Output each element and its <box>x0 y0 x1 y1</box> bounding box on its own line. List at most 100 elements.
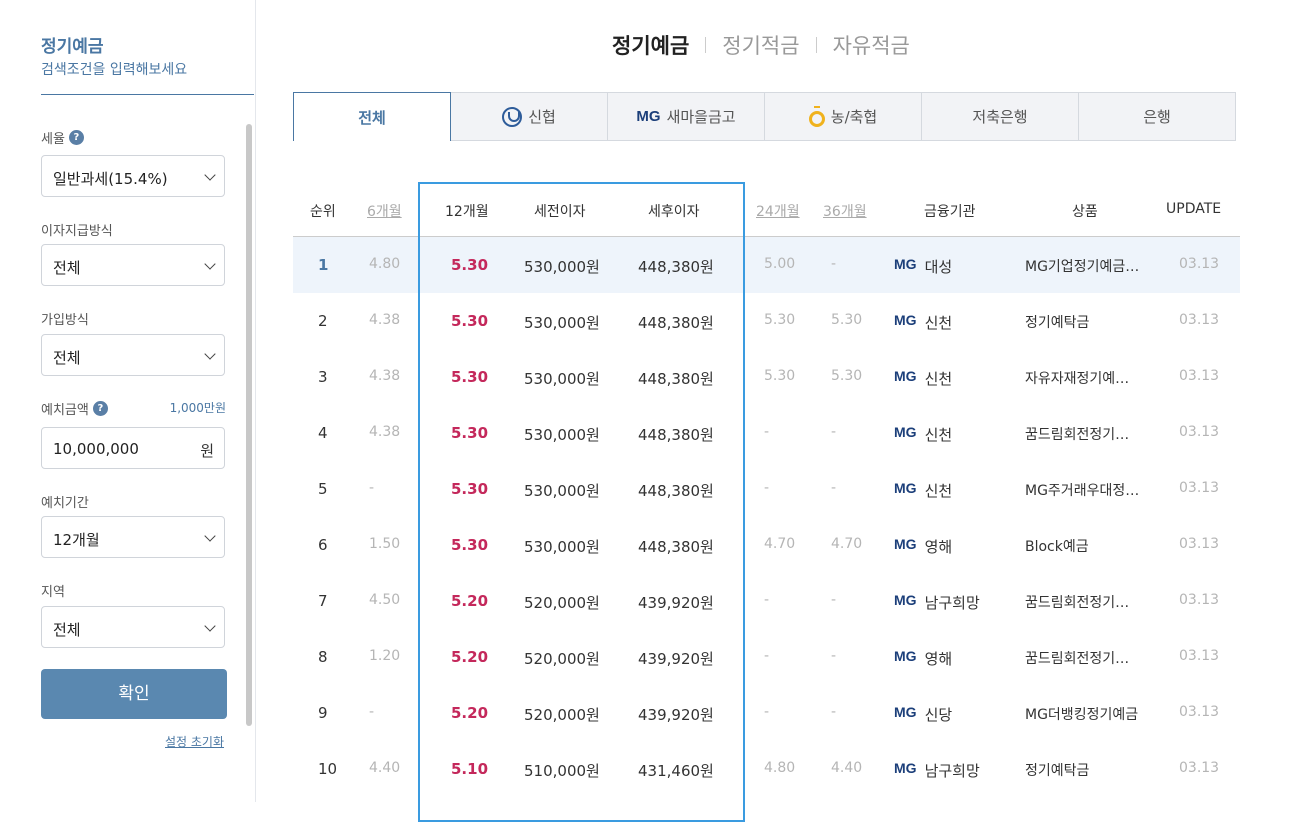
cell-36m: 4.40 <box>831 760 863 776</box>
cell-institution: MG 신당 <box>894 704 952 725</box>
mg-logo-icon: MG <box>636 108 661 125</box>
institution-name: 신천 <box>924 482 953 500</box>
cell-institution: MG 신천 <box>894 480 952 501</box>
table-row[interactable]: 10 4.40 5.10 510,000원 431,460원 4.80 4.40 정기예탁금 0… <box>293 741 1240 797</box>
cell-update: 03.13 <box>1179 648 1220 664</box>
table-row[interactable]: 5 - 5.30 530,000원 448,380원 - - MG주거래우대정… 03.13 MG… <box>293 461 1240 517</box>
mg-logo-icon: MG <box>894 424 917 440</box>
table-row[interactable]: 4 4.38 5.30 530,000원 448,380원 - - 꿈드림회전정기… 03.13… <box>293 405 1240 461</box>
period-select[interactable]: 12개월 <box>41 516 225 558</box>
reset-link[interactable]: 설정 초기화 <box>165 733 224 750</box>
cell-update: 03.13 <box>1179 760 1220 776</box>
cell-post-tax: 431,460원 <box>638 762 714 780</box>
confirm-button[interactable]: 확인 <box>41 669 227 719</box>
tab-savings-bank[interactable]: 저축은행 <box>922 92 1079 141</box>
interest-method-value: 전체 <box>53 259 81 277</box>
cell-institution: MG 남구희망 <box>894 592 980 613</box>
cell-post-tax: 439,920원 <box>638 594 714 612</box>
amount-label-text: 예치금액 <box>41 403 89 418</box>
col-pre-tax: 세전이자 <box>534 204 586 220</box>
cell-36m: - <box>831 648 837 664</box>
period-label: 예치기간 <box>41 496 89 511</box>
table-row[interactable]: 6 1.50 5.30 530,000원 448,380원 4.70 4.70 Block예금… <box>293 517 1240 573</box>
amount-input[interactable]: 10,000,000 원 <box>41 427 225 469</box>
cell-product[interactable]: 자유자재정기예… <box>1025 368 1129 388</box>
cell-24m: - <box>764 648 770 664</box>
tab-all[interactable]: 전체 <box>293 92 451 141</box>
col-post-tax: 세후이자 <box>648 204 700 220</box>
cell-update: 03.13 <box>1179 424 1220 440</box>
mg-logo-icon: MG <box>894 648 917 664</box>
cell-12m: 5.20 <box>451 592 489 610</box>
cell-rank: 3 <box>318 368 328 386</box>
col-24m[interactable]: 24개월 <box>756 201 800 221</box>
cell-institution: MG 신천 <box>894 424 952 445</box>
cell-product[interactable]: MG더뱅킹정기예금 <box>1025 704 1138 724</box>
interest-method-select[interactable]: 전체 <box>41 244 225 286</box>
cell-update: 03.13 <box>1179 368 1220 384</box>
table-row[interactable]: 9 - 5.20 520,000원 439,920원 - - MG더뱅킹정기예금 03.13 MG… <box>293 685 1240 741</box>
cell-product[interactable]: 꿈드림회전정기… <box>1025 648 1129 668</box>
cell-12m: 5.30 <box>451 424 489 442</box>
cell-product[interactable]: 꿈드림회전정기… <box>1025 424 1129 444</box>
tax-select[interactable]: 일반과세(15.4%) <box>41 155 225 197</box>
tab-separator <box>815 37 817 53</box>
cell-update: 03.13 <box>1179 592 1220 608</box>
tab-saemaeul[interactable]: MG 새마을금고 <box>608 92 765 141</box>
amount-unit: 원 <box>200 442 214 460</box>
period-select-value: 12개월 <box>53 531 100 549</box>
region-select[interactable]: 전체 <box>41 606 225 648</box>
cell-product[interactable]: 꿈드림회전정기… <box>1025 592 1129 612</box>
join-method-label: 가입방식 <box>41 313 89 328</box>
table-row[interactable]: 2 4.38 5.30 530,000원 448,380원 5.30 5.30 정기예탁금 03… <box>293 293 1240 349</box>
cell-product[interactable]: 정기예탁금 <box>1025 312 1089 332</box>
cell-post-tax: 448,380원 <box>638 258 714 276</box>
join-method-select[interactable]: 전체 <box>41 334 225 376</box>
mg-logo-icon: MG <box>894 592 917 608</box>
cell-6m: 4.38 <box>369 424 401 440</box>
cell-rank: 8 <box>318 648 328 666</box>
sidebar-subtitle: 검색조건을 입력해보세요 <box>41 62 188 78</box>
cell-pre-tax: 520,000원 <box>524 594 600 612</box>
cell-12m: 5.30 <box>451 256 489 274</box>
chevron-down-icon <box>204 530 216 542</box>
sidebar-scrollbar[interactable] <box>246 124 252 726</box>
cell-product[interactable]: MG주거래우대정… <box>1025 480 1139 500</box>
cell-6m: 4.38 <box>369 312 401 328</box>
table-row[interactable]: 7 4.50 5.20 520,000원 439,920원 - - 꿈드림회전정기… 03.13… <box>293 573 1240 629</box>
table-row[interactable]: 3 4.38 5.30 530,000원 448,380원 5.30 5.30 자유자재정기예… <box>293 349 1240 405</box>
amount-hint: 1,000만원 <box>169 401 226 415</box>
region-select-value: 전체 <box>53 621 81 639</box>
tab-free-savings[interactable]: 자유적금 <box>833 30 910 60</box>
table-row[interactable]: 8 1.20 5.20 520,000원 439,920원 - - 꿈드림회전정기… 03.13… <box>293 629 1240 685</box>
tax-label: 세율 ? <box>41 128 84 147</box>
cell-24m: 5.30 <box>764 368 796 384</box>
help-icon[interactable]: ? <box>92 401 108 416</box>
table-row[interactable]: 1 4.80 5.30 530,000원 448,380원 5.00 - MG기업정기예금… 0… <box>293 237 1240 293</box>
cell-24m: - <box>764 704 770 720</box>
cell-product[interactable]: MG기업정기예금… <box>1025 256 1139 276</box>
tab-nonghyup[interactable]: 농/축협 <box>765 92 922 141</box>
cell-24m: 5.00 <box>764 256 796 272</box>
tab-shinhyup[interactable]: 신협 <box>451 92 608 141</box>
cell-pre-tax: 510,000원 <box>524 762 600 780</box>
institution-name: 신천 <box>924 370 953 388</box>
product-type-tabs: 정기예금 정기적금 자유적금 <box>612 30 910 60</box>
tab-all-label: 전체 <box>358 108 386 127</box>
col-6m[interactable]: 6개월 <box>367 201 402 221</box>
cell-product[interactable]: 정기예탁금 <box>1025 760 1089 780</box>
cell-24m: 4.80 <box>764 760 796 776</box>
chevron-down-icon <box>204 620 216 632</box>
col-36m[interactable]: 36개월 <box>823 201 867 221</box>
cell-12m: 5.30 <box>451 312 489 330</box>
cell-rank: 7 <box>318 592 328 610</box>
tab-bank[interactable]: 은행 <box>1079 92 1236 141</box>
cell-24m: 4.70 <box>764 536 796 552</box>
help-icon[interactable]: ? <box>68 130 84 145</box>
tab-deposit[interactable]: 정기예금 <box>612 30 689 60</box>
cell-24m: - <box>764 592 770 608</box>
col-12m: 12개월 <box>445 204 489 220</box>
cell-product[interactable]: Block예금 <box>1025 536 1089 556</box>
tab-installment[interactable]: 정기적금 <box>722 30 799 60</box>
cell-6m: 1.50 <box>369 536 401 552</box>
